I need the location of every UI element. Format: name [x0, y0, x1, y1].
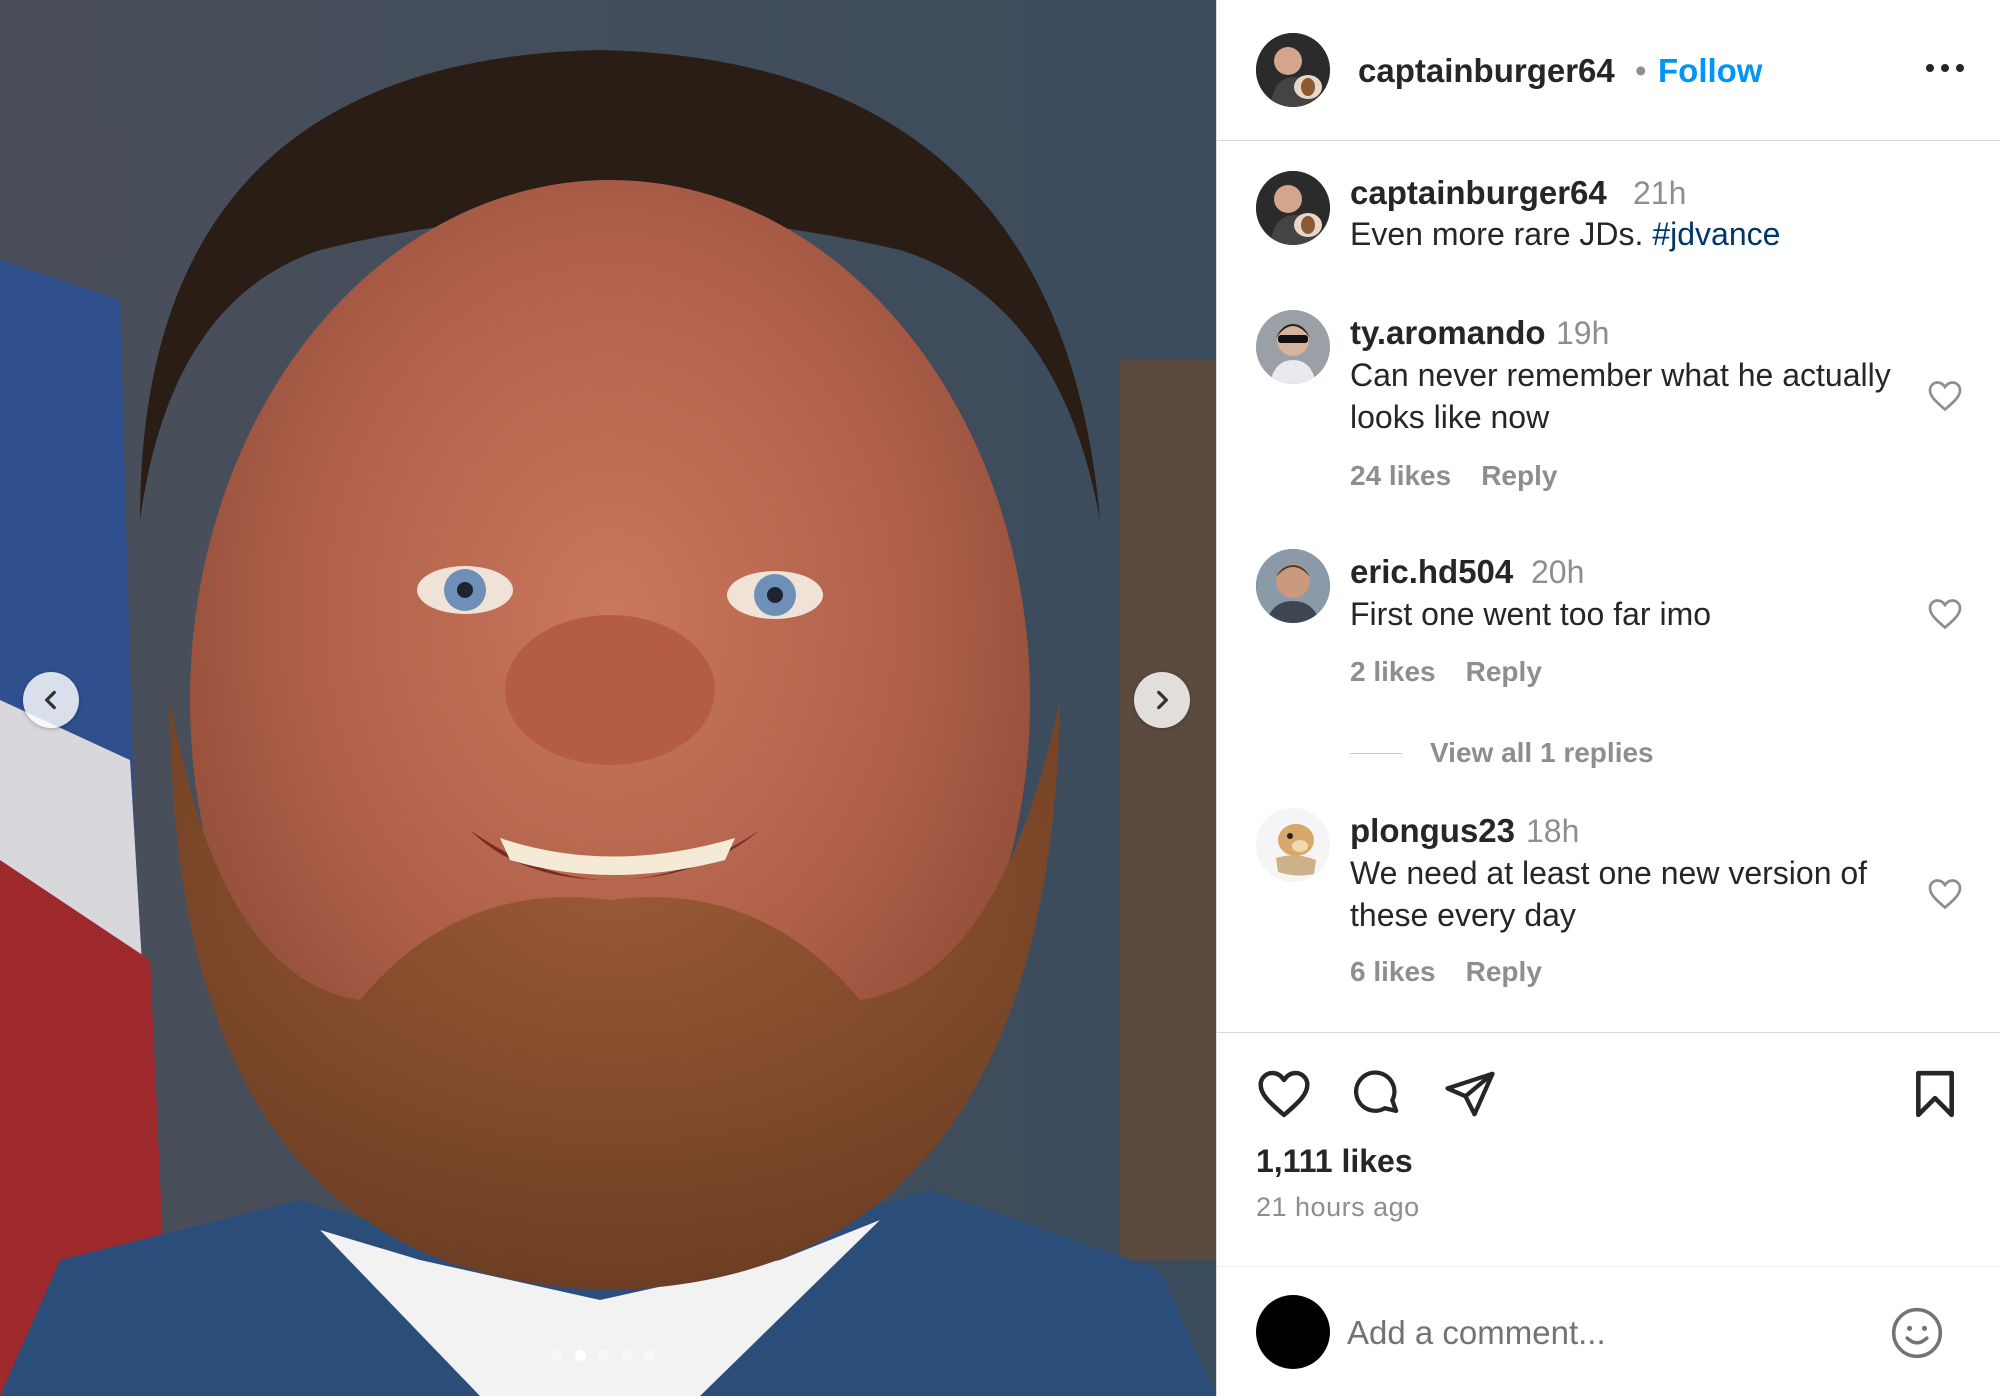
carousel-dot	[598, 1350, 609, 1361]
comment-text: First one went too far imo	[1350, 596, 1712, 632]
view-replies-button[interactable]: View all 1 replies	[1350, 733, 1654, 773]
previous-slide-button[interactable]	[23, 672, 79, 728]
current-user-avatar	[1256, 1295, 1330, 1369]
comment-like-button[interactable]	[1923, 592, 1967, 636]
add-comment-bar	[1217, 1266, 2000, 1397]
chevron-right-icon	[1157, 690, 1168, 710]
post-photo	[0, 0, 1216, 1396]
replies-divider	[1350, 752, 1402, 754]
save-button[interactable]	[1906, 1065, 1964, 1123]
caption-text: Even more rare JDs. #jdvance	[1350, 213, 1910, 255]
post-likes-count[interactable]: 1,111 likes	[1256, 1143, 1413, 1180]
comment-avatar[interactable]	[1256, 310, 1330, 384]
bookmark-icon	[1916, 1070, 1954, 1118]
emoji-button[interactable]	[1887, 1303, 1947, 1363]
carousel-dot	[644, 1350, 655, 1361]
heart-icon	[1928, 381, 1962, 412]
caption-username[interactable]: captainburger64	[1350, 174, 1607, 212]
author-avatar[interactable]	[1256, 33, 1330, 107]
share-button[interactable]	[1441, 1065, 1499, 1123]
heart-icon	[1928, 599, 1962, 630]
share-icon	[1445, 1071, 1495, 1117]
comment-icon	[1353, 1070, 1399, 1114]
comment-username[interactable]: plongus23	[1350, 812, 1515, 850]
comment-input[interactable]	[1345, 1307, 1849, 1359]
heart-icon	[1258, 1070, 1310, 1118]
comment-time: 18h	[1526, 813, 1580, 849]
caption-hashtag[interactable]: #jdvance	[1652, 216, 1780, 252]
carousel-dot-active	[575, 1350, 586, 1361]
comment-reply-button[interactable]: Reply	[1466, 956, 1542, 987]
comment-meta: 6 likes Reply	[1350, 956, 1542, 988]
next-slide-button[interactable]	[1134, 672, 1190, 728]
caption-time: 21h	[1633, 175, 1687, 211]
more-options-button[interactable]	[1917, 40, 1973, 96]
like-button[interactable]	[1255, 1065, 1313, 1123]
comment-reply-button[interactable]: Reply	[1481, 460, 1557, 491]
caption-body: Even more rare JDs.	[1350, 216, 1653, 252]
comment-time: 19h	[1556, 315, 1610, 351]
emoji-icon	[1891, 1307, 1943, 1359]
caption-author-avatar[interactable]	[1256, 171, 1330, 245]
more-icon	[1926, 64, 1964, 72]
comment-button[interactable]	[1348, 1065, 1406, 1123]
heart-icon	[1928, 879, 1962, 910]
carousel-dot	[621, 1350, 632, 1361]
comment-username[interactable]: ty.aromando	[1350, 314, 1546, 352]
comment-time: 20h	[1531, 554, 1585, 590]
view-replies-label: View all 1 replies	[1430, 737, 1654, 768]
author-username[interactable]: captainburger64	[1358, 52, 1615, 90]
comment-like-button[interactable]	[1923, 872, 1967, 916]
comment-likes[interactable]: 2 likes	[1350, 656, 1436, 687]
comment-likes[interactable]: 24 likes	[1350, 460, 1451, 491]
comment-likes[interactable]: 6 likes	[1350, 956, 1436, 987]
chevron-left-icon	[45, 690, 56, 710]
carousel-dots	[552, 1350, 655, 1361]
actions-divider	[1217, 1032, 2000, 1033]
carousel-dot	[552, 1350, 563, 1361]
comment-text: Can never remember what he actually look…	[1350, 357, 1891, 435]
comment-like-button[interactable]	[1923, 374, 1967, 418]
post-time-ago: 21 hours ago	[1256, 1192, 1420, 1222]
comment-meta: 2 likes Reply	[1350, 656, 1542, 688]
header-separator: •	[1635, 52, 1647, 89]
comment-avatar[interactable]	[1256, 549, 1330, 623]
comment-username[interactable]: eric.hd504	[1350, 553, 1513, 591]
follow-button[interactable]: Follow	[1658, 52, 1762, 90]
post-media[interactable]	[0, 0, 1216, 1396]
post-panel: captainburger64 • Follow captainburger64…	[1216, 0, 2000, 1396]
comment-avatar[interactable]	[1256, 808, 1330, 882]
post-header: captainburger64 • Follow	[1217, 0, 2000, 141]
comment-meta: 24 likes Reply	[1350, 460, 1557, 492]
comment-text: We need at least one new version of thes…	[1350, 855, 1868, 933]
comment-reply-button[interactable]: Reply	[1466, 656, 1542, 687]
